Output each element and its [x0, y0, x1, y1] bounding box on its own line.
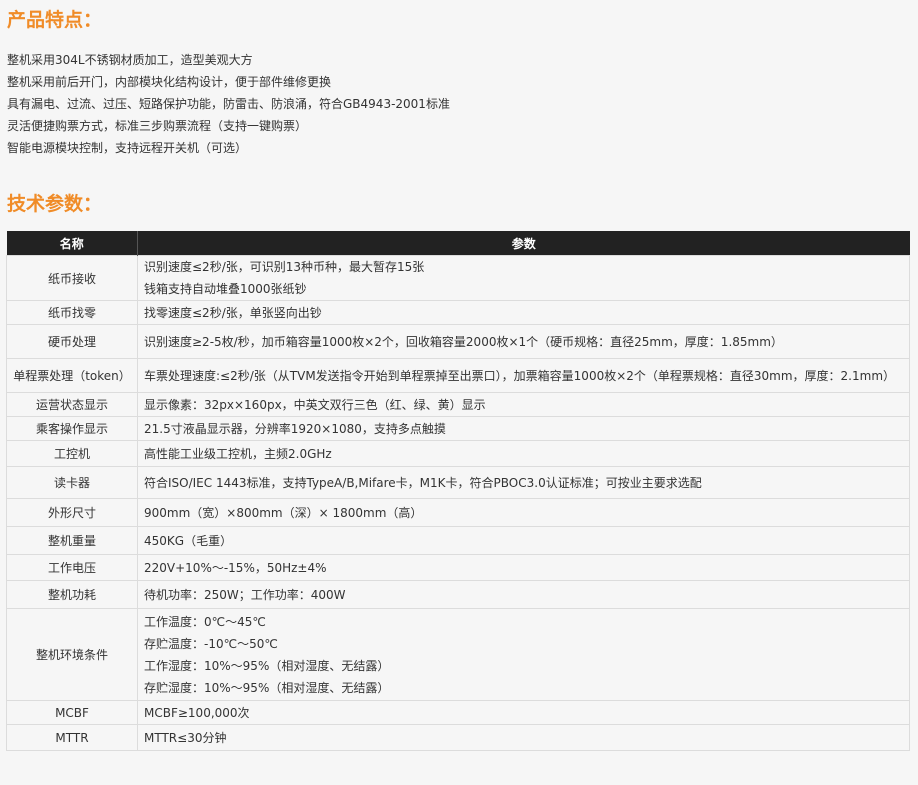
- spec-value: 找零速度≤2秒/张，单张竖向出钞: [137, 300, 910, 325]
- features-title: 产品特点：: [7, 9, 103, 31]
- spec-value-line: MCBF≥100,000次: [144, 705, 250, 720]
- spec-name: 单程票处理（token）: [6, 358, 138, 393]
- table-row: MTTR MTTR≤30分钟: [6, 724, 910, 751]
- spec-name: MTTR: [6, 724, 138, 751]
- spec-value: 待机功率：250W；工作功率：400W: [137, 580, 910, 609]
- spec-name: 工控机: [6, 440, 138, 467]
- spec-value-line: 找零速度≤2秒/张，单张竖向出钞: [144, 305, 322, 320]
- spec-value-line: 显示像素：32px×160px，中英文双行三色（红、绿、黄）显示: [144, 397, 486, 412]
- table-row: 单程票处理（token） 车票处理速度:≤2秒/张（从TVM发送指令开始到单程票掉…: [6, 358, 910, 393]
- spec-value-line: 450KG（毛重）: [144, 533, 233, 548]
- spec-value-line: 存贮温度：-10℃～50℃: [144, 636, 278, 651]
- spec-name: 整机功耗: [6, 580, 138, 609]
- table-row: 整机重量 450KG（毛重）: [6, 526, 910, 555]
- feature-item: 具有漏电、过流、过压、短路保护功能，防雷击、防浪涌，符合GB4943-2001标…: [7, 97, 450, 111]
- spec-name: 外形尺寸: [6, 498, 138, 527]
- spec-name: 读卡器: [6, 466, 138, 499]
- table-row: MCBF MCBF≥100,000次: [6, 700, 910, 725]
- table-row: 工作电压 220V+10%～-15%，50Hz±4%: [6, 554, 910, 581]
- spec-name: 乘客操作显示: [6, 416, 138, 441]
- spec-name: 纸币接收: [6, 255, 138, 301]
- spec-value-line: 车票处理速度:≤2秒/张（从TVM发送指令开始到单程票掉至出票口），加票箱容量1…: [144, 368, 896, 383]
- spec-value-line: 识别速度≤2秒/张，可识别13种币种，最大暂存15张: [144, 260, 425, 274]
- spec-name: 纸币找零: [6, 300, 138, 325]
- spec-value: 450KG（毛重）: [137, 526, 910, 555]
- spec-value: MTTR≤30分钟: [137, 724, 910, 751]
- spec-value: MCBF≥100,000次: [137, 700, 910, 725]
- spec-name: 整机环境条件: [6, 608, 138, 701]
- specs-title: 技术参数：: [7, 193, 103, 215]
- table-row: 工控机 高性能工业级工控机，主频2.0GHz: [6, 440, 910, 467]
- spec-value: 符合ISO/IEC 1443标准，支持TypeA/B,Mifare卡，M1K卡，…: [137, 466, 910, 499]
- spec-name: 工作电压: [6, 554, 138, 581]
- spec-name: MCBF: [6, 700, 138, 725]
- spec-name: 硬币处理: [6, 324, 138, 359]
- feature-item: 整机采用前后开门，内部模块化结构设计，便于部件维修更换: [7, 75, 332, 89]
- spec-value-line: 900mm（宽）×800mm（深）× 1800mm（高）: [144, 505, 423, 520]
- spec-name: 运营状态显示: [6, 392, 138, 417]
- spec-value-line: MTTR≤30分钟: [144, 730, 227, 745]
- spec-value: 车票处理速度:≤2秒/张（从TVM发送指令开始到单程票掉至出票口），加票箱容量1…: [137, 358, 910, 393]
- spec-value-line: 待机功率：250W；工作功率：400W: [144, 587, 346, 602]
- table-row: 纸币找零 找零速度≤2秒/张，单张竖向出钞: [6, 300, 910, 325]
- spec-table: 名称 参数 纸币接收 识别速度≤2秒/张，可识别13种币种，最大暂存15张 钱箱支持…: [6, 231, 910, 751]
- table-row: 硬币处理 识别速度≥2-5枚/秒，加币箱容量1000枚×2个，回收箱容量2000枚…: [6, 324, 910, 359]
- table-row: 整机环境条件 工作温度：0℃～45℃ 存贮温度：-10℃～50℃ 工作湿度：10%～9…: [6, 608, 910, 701]
- spec-value-line: 识别速度≥2-5枚/秒，加币箱容量1000枚×2个，回收箱容量2000枚×1个（…: [144, 334, 783, 349]
- spec-value: 220V+10%～-15%，50Hz±4%: [137, 554, 910, 581]
- feature-item: 灵活便捷购票方式，标准三步购票流程（支持一键购票）: [7, 119, 308, 133]
- table-row: 运营状态显示 显示像素：32px×160px，中英文双行三色（红、绿、黄）显示: [6, 392, 910, 417]
- table-row: 整机功耗 待机功率：250W；工作功率：400W: [6, 580, 910, 609]
- features-list: 整机采用304L不锈钢材质加工，造型美观大方整机采用前后开门，内部模块化结构设计…: [7, 49, 450, 159]
- table-row: 纸币接收 识别速度≤2秒/张，可识别13种币种，最大暂存15张 钱箱支持自动堆叠10…: [6, 255, 910, 301]
- feature-item: 智能电源模块控制，支持远程开关机（可选）: [7, 141, 248, 155]
- spec-value-line: 符合ISO/IEC 1443标准，支持TypeA/B,Mifare卡，M1K卡，…: [144, 475, 702, 490]
- spec-value-line: 220V+10%～-15%，50Hz±4%: [144, 560, 327, 575]
- spec-value-line: 高性能工业级工控机，主频2.0GHz: [144, 446, 332, 461]
- spec-value-line: 钱箱支持自动堆叠1000张纸钞: [144, 282, 307, 296]
- feature-item: 整机采用304L不锈钢材质加工，造型美观大方: [7, 53, 253, 67]
- spec-value: 工作温度：0℃～45℃ 存贮温度：-10℃～50℃ 工作湿度：10%～95%（相对湿…: [137, 608, 910, 701]
- table-row: 乘客操作显示 21.5寸液晶显示器，分辨率1920×1080，支持多点触摸: [6, 416, 910, 441]
- spec-value-line: 存贮湿度：10%～95%（相对湿度、无结露）: [144, 680, 390, 695]
- spec-value-line: 21.5寸液晶显示器，分辨率1920×1080，支持多点触摸: [144, 421, 446, 436]
- spec-value: 识别速度≤2秒/张，可识别13种币种，最大暂存15张 钱箱支持自动堆叠1000张纸…: [137, 255, 910, 301]
- header-name: 名称: [6, 231, 138, 256]
- spec-value: 900mm（宽）×800mm（深）× 1800mm（高）: [137, 498, 910, 527]
- spec-value: 高性能工业级工控机，主频2.0GHz: [137, 440, 910, 467]
- table-row: 外形尺寸 900mm（宽）×800mm（深）× 1800mm（高）: [6, 498, 910, 527]
- header-value: 参数: [137, 231, 910, 256]
- table-row: 读卡器 符合ISO/IEC 1443标准，支持TypeA/B,Mifare卡，M1…: [6, 466, 910, 499]
- spec-value-line: 工作温度：0℃～45℃: [144, 614, 266, 629]
- spec-value: 识别速度≥2-5枚/秒，加币箱容量1000枚×2个，回收箱容量2000枚×1个（…: [137, 324, 910, 359]
- spec-name: 整机重量: [6, 526, 138, 555]
- spec-value: 显示像素：32px×160px，中英文双行三色（红、绿、黄）显示: [137, 392, 910, 417]
- spec-value-line: 工作湿度：10%～95%（相对湿度、无结露）: [144, 658, 390, 673]
- spec-value: 21.5寸液晶显示器，分辨率1920×1080，支持多点触摸: [137, 416, 910, 441]
- spec-table-header: 名称 参数: [6, 231, 910, 256]
